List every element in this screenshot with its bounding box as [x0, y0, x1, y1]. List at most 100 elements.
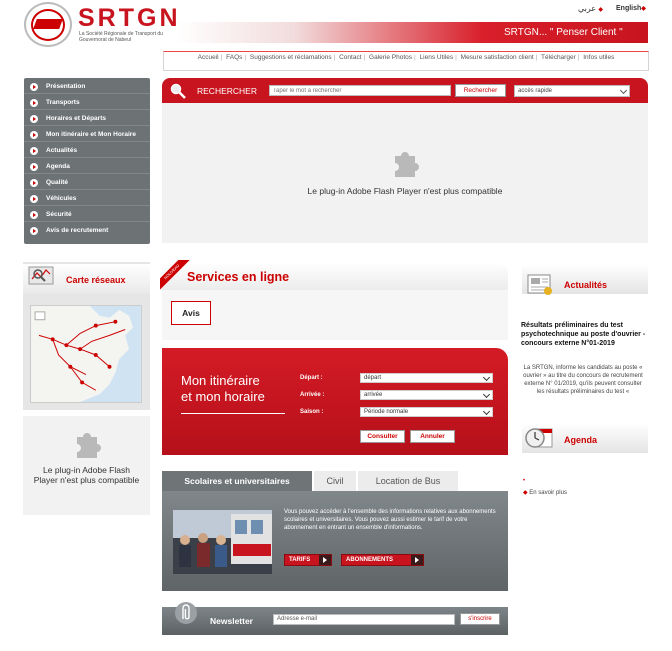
saison-value: Période normale	[364, 409, 409, 415]
nav-satisfaction[interactable]: Mesure satisfaction client	[461, 54, 534, 61]
itinerary-title: Mon itinéraire et mon horaire	[181, 373, 265, 405]
itinerary-title-line: et mon horaire	[181, 389, 265, 404]
newspaper-icon	[527, 274, 552, 295]
srtgn-logo[interactable]	[24, 2, 72, 47]
search-input[interactable]	[269, 85, 451, 96]
sidebar-item-horaires[interactable]: Horaires et Départs	[24, 112, 150, 126]
sidebar-item-agenda[interactable]: Agenda	[24, 160, 150, 174]
newsletter-email-input[interactable]: Adresse e-mail	[273, 614, 455, 625]
nav-liens-utiles[interactable]: Liens Utiles	[420, 54, 454, 61]
nav-telecharger[interactable]: Télécharger	[541, 54, 576, 61]
arrow-right-icon	[319, 555, 331, 565]
new-ribbon: NOUVEAU	[160, 260, 190, 290]
magnifier-icon	[170, 83, 186, 99]
bullet-icon: ◆	[598, 7, 603, 13]
brand-name: SRTGN	[78, 4, 181, 32]
sidebar-item-recrutement[interactable]: Avis de recrutement	[24, 224, 150, 238]
top-navigation: Accueil | FAQs | Suggestions et réclamatio…	[163, 51, 649, 71]
sidebar-item-label: Présentation	[46, 83, 86, 90]
arrow-bullet-icon	[30, 115, 38, 123]
itinerary-title-line: Mon itinéraire	[181, 373, 260, 388]
sidebar-item-vehicules[interactable]: Véhicules	[24, 192, 150, 206]
sidebar-item-label: Mon itinéraire et Mon Horaire	[46, 131, 136, 138]
arrivee-select[interactable]: arrivée	[360, 390, 493, 400]
arrow-bullet-icon	[30, 147, 38, 155]
abonnements-button[interactable]: ABONNEMENTS	[341, 554, 424, 566]
services-title: Services en ligne	[187, 270, 290, 284]
sidebar-item-actualites[interactable]: Actualités	[24, 144, 150, 158]
sidebar-item-label: Actualités	[46, 147, 78, 154]
nav-suggestions[interactable]: Suggestions et réclamations	[250, 54, 332, 61]
sidebar-item-itineraire[interactable]: Mon itinéraire et Mon Horaire	[24, 128, 150, 142]
newsletter-label: Newsletter	[210, 616, 253, 626]
arrivee-value: arrivée	[364, 392, 383, 398]
arrow-bullet-icon	[30, 195, 38, 203]
sidebar-item-transports[interactable]: Transports	[24, 96, 150, 110]
en-savoir-plus-label: En savoir plus	[529, 490, 567, 496]
nav-infos-utiles[interactable]: Infos utiles	[583, 54, 614, 61]
clock-calendar-icon	[525, 428, 553, 448]
sidebar-item-label: Horaires et Départs	[46, 115, 106, 122]
chevron-down-icon	[482, 373, 491, 382]
saison-select[interactable]: Période normale	[360, 407, 493, 417]
saison-label-text: Saison	[300, 409, 320, 415]
search-button[interactable]: Rechercher	[455, 84, 506, 97]
arrow-right-icon	[411, 555, 423, 565]
sidebar-item-label: Véhicules	[46, 195, 77, 202]
nav-contact[interactable]: Contact	[339, 54, 361, 61]
abonnement-tabs: Scolaires et universitaires Civil Locati…	[162, 471, 508, 491]
arrow-bullet-icon	[30, 163, 38, 171]
saison-label: Saison :	[300, 409, 324, 415]
arrow-bullet-icon	[30, 211, 38, 219]
chevron-down-icon	[482, 390, 491, 399]
quick-access-select[interactable]: accès rapide	[514, 85, 630, 97]
news-summary: La SRTGN, informe les candidats au poste…	[523, 365, 643, 395]
search-label: RECHERCHER	[197, 86, 257, 96]
plugin-puzzle-icon	[395, 152, 419, 177]
news-headline-link[interactable]: Résultats préliminaires du test psychote…	[521, 321, 649, 348]
depart-select[interactable]: départ	[360, 373, 493, 383]
annuler-button[interactable]: Annuler	[410, 430, 455, 443]
tab-scolaires[interactable]: Scolaires et universitaires	[162, 471, 312, 491]
tab-civil[interactable]: Civil	[314, 471, 356, 491]
bullet-icon: ◆	[641, 6, 646, 12]
tarifs-label: TARIFS	[289, 557, 311, 563]
actualites-title: Actualités	[564, 280, 608, 290]
map-magnifier-icon	[28, 266, 54, 285]
sidebar-item-presentation[interactable]: Présentation	[24, 80, 150, 94]
students-bus-photo	[173, 510, 272, 574]
nav-accueil[interactable]: Accueil	[198, 54, 219, 61]
sidebar-menu: Présentation Transports Horaires et Dépa…	[24, 78, 150, 244]
sidebar-item-securite[interactable]: Sécurité	[24, 208, 150, 222]
nav-faqs[interactable]: FAQs	[226, 54, 242, 61]
lang-english-label: English	[616, 5, 642, 12]
arrow-bullet-icon	[30, 99, 38, 107]
paperclip-icon	[175, 602, 197, 624]
en-savoir-plus-link[interactable]: ◆ En savoir plus	[523, 489, 567, 496]
lang-arabic-label: عربي	[578, 4, 597, 13]
chevron-down-icon	[619, 86, 628, 95]
avis-button[interactable]: Avis	[171, 301, 211, 325]
sidebar-item-label: Qualité	[46, 179, 69, 186]
brand-subtitle: La Société Régionale de Transport du Gou…	[79, 31, 163, 43]
arrow-bullet-icon	[30, 179, 38, 187]
carte-title: Carte réseaux	[66, 275, 126, 285]
tab-location-bus[interactable]: Location de Bus	[358, 471, 458, 491]
plugin-puzzle-icon	[77, 433, 101, 458]
divider	[181, 413, 285, 414]
lang-arabic-link[interactable]: عربي ◆	[578, 4, 603, 13]
tarifs-button[interactable]: TARIFS	[284, 554, 332, 566]
network-map[interactable]	[30, 305, 142, 403]
bullet-icon: ◆	[523, 490, 528, 496]
new-ribbon-label: NOUVEAU	[160, 260, 190, 290]
sidebar-item-label: Transports	[46, 99, 80, 106]
sidebar-item-label: Avis de recrutement	[46, 227, 109, 234]
depart-value: départ	[364, 375, 382, 381]
subscribe-button[interactable]: s'inscrire	[460, 613, 500, 625]
arrow-bullet-icon	[30, 131, 38, 139]
sidebar-item-qualite[interactable]: Qualité	[24, 176, 150, 190]
lang-english-link[interactable]: English◆	[616, 5, 646, 12]
consulter-button[interactable]: Consulter	[360, 430, 405, 443]
sidebar-item-label: Agenda	[46, 163, 70, 170]
nav-galerie[interactable]: Galerie Photos	[369, 54, 412, 61]
